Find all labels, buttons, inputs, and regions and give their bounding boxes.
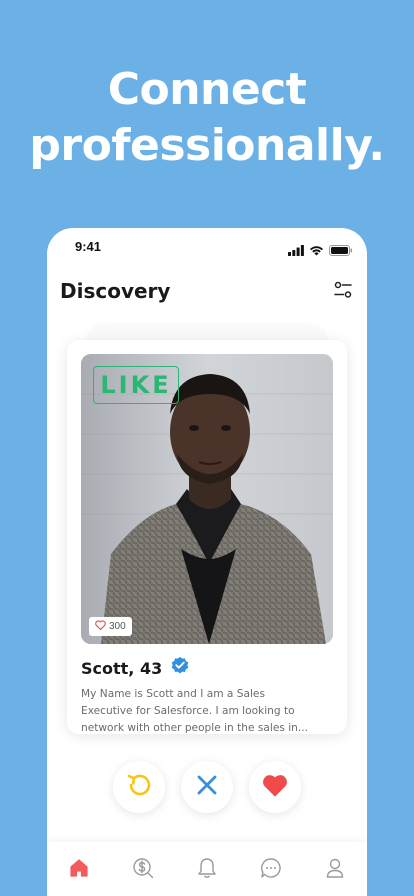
headline-line-2: professionally.	[29, 120, 385, 171]
close-icon	[196, 774, 218, 800]
rewind-icon	[125, 771, 153, 803]
likes-badge: 300	[89, 617, 132, 636]
name-row: Scott, 43	[81, 656, 190, 680]
bio-line: network with other people in the sales i…	[81, 722, 308, 734]
headline: Connect professionally.	[0, 62, 414, 174]
heart-outline-icon	[95, 620, 106, 633]
filter-button[interactable]	[333, 280, 353, 300]
likes-count: 300	[109, 621, 126, 632]
profile-name: Scott, 43	[81, 658, 163, 678]
dollar-search-icon	[132, 857, 154, 883]
rewind-button[interactable]	[113, 761, 165, 813]
home-icon	[69, 858, 89, 882]
signal-icon	[288, 241, 304, 260]
bio-line: Executive for Salesforce. I am looking t…	[81, 705, 295, 717]
profile-photo: LIKE 300	[81, 354, 333, 644]
like-stamp: LIKE	[93, 366, 179, 404]
filter-sliders-icon	[333, 281, 353, 304]
profile-bio: My Name is Scott and I am a Sales Execut…	[81, 686, 341, 737]
status-time: 9:41	[75, 239, 102, 254]
verified-badge-icon	[170, 656, 190, 680]
bell-icon	[197, 857, 217, 883]
dislike-button[interactable]	[181, 761, 233, 813]
wifi-icon	[309, 241, 324, 260]
profile-card[interactable]: LIKE 300 Scott, 43 My Name is Scott and …	[67, 340, 347, 734]
status-icons	[288, 241, 353, 260]
chat-icon	[260, 857, 282, 883]
page-title: Discovery	[60, 279, 171, 303]
headline-line-1: Connect	[107, 64, 307, 115]
tab-home[interactable]	[67, 858, 91, 882]
tab-profile[interactable]	[323, 858, 347, 882]
phone-screen: 9:41 Discovery LIKE 300 Scott, 43 My Nam…	[47, 228, 367, 896]
like-button[interactable]	[249, 761, 301, 813]
tab-notifications[interactable]	[195, 858, 219, 882]
bio-line: My Name is Scott and I am a Sales	[81, 688, 265, 700]
tab-earnings[interactable]	[131, 858, 155, 882]
tab-messages[interactable]	[259, 858, 283, 882]
battery-icon	[329, 241, 353, 260]
tab-bar	[47, 842, 367, 896]
heart-icon	[261, 772, 289, 802]
user-icon	[325, 857, 345, 883]
status-bar: 9:41	[47, 228, 367, 268]
